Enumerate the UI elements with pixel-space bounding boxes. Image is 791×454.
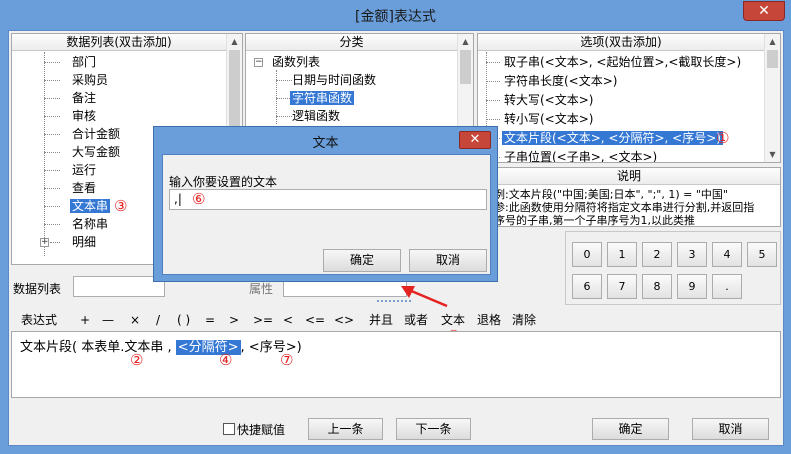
option-item[interactable]: 子串位置(<子串>, <文本>) [504,148,657,162]
number-keypad: 0 1 2 3 4 5 6 7 8 9 . [565,231,781,305]
annotation-marker-3: ③ [114,197,128,215]
expand-icon[interactable]: + [40,238,49,247]
datalist-item[interactable]: 审核 [72,107,96,125]
category-root[interactable]: 函数列表 [272,53,320,71]
option-item[interactable]: 字符串长度(<文本>) [504,72,617,90]
op-or-button[interactable]: 或者 [404,312,428,328]
datalist-filter-input[interactable] [73,276,165,297]
shortcut-checkbox[interactable] [223,423,235,435]
datalist-item[interactable]: 明细 [72,233,96,251]
key-5[interactable]: 5 [747,242,777,267]
datalist-filter-label: 数据列表 [13,282,62,296]
op-multiply-button[interactable]: × [130,312,140,328]
annotation-arrow [401,286,448,308]
op-minus-button[interactable]: — [102,312,114,328]
category-item-selected[interactable]: 字符串函数 [290,89,355,107]
op-divide-button[interactable]: / [156,312,160,328]
category-header: 分类 [246,34,457,51]
op-less-button[interactable]: < [283,312,293,328]
shortcut-label: 快捷赋值 [237,423,286,437]
ok-button[interactable]: 确定 [592,418,669,440]
key-8[interactable]: 8 [642,274,672,299]
key-7[interactable]: 7 [607,274,637,299]
dialog-cancel-button[interactable]: 取消 [409,249,487,272]
description-panel: 说明 例:文本片段("中国;美国;日本", ";", 1) = "中国" 参:此… [477,167,781,227]
key-2[interactable]: 2 [642,242,672,267]
scroll-down-icon[interactable]: ▼ [765,147,780,162]
annotation-marker-6: ⑥ [192,190,206,208]
dialog-ok-button[interactable]: 确定 [323,249,401,272]
dialog-prompt: 输入你要设置的文本 [169,175,278,189]
expression-prefix: 文本片段( 本表单.文本串 , [20,340,176,355]
op-less-equal-button[interactable]: <= [305,312,325,328]
datalist-item[interactable]: 查看 [72,179,96,197]
annotation-marker-1: ① [716,129,730,147]
datalist-item[interactable]: 名称串 [72,215,108,233]
op-plus-button[interactable]: + [80,312,90,328]
text-button[interactable]: 文本 [441,312,465,328]
datalist-item[interactable]: 部门 [72,53,96,71]
options-scrollbar[interactable]: ▲ ▼ [764,34,780,162]
expression-label: 表达式 [21,313,58,327]
key-9[interactable]: 9 [677,274,707,299]
dialog-body: 输入你要设置的文本 ,| ⑥ 确定 取消 [162,154,491,275]
clear-button[interactable]: 清除 [512,312,536,328]
annotation-marker-7: ⑦ [280,351,294,369]
window-title: [金额]表达式 [355,9,436,25]
scroll-thumb[interactable] [767,50,778,68]
key-6[interactable]: 6 [572,274,602,299]
scroll-up-icon[interactable]: ▲ [765,34,780,49]
key-0[interactable]: 0 [572,242,602,267]
key-4[interactable]: 4 [712,242,742,267]
text-dialog: 文本 ✕ 输入你要设置的文本 ,| ⑥ 确定 取消 [153,126,498,282]
scroll-thumb[interactable] [460,50,471,84]
dialog-title: 文本 [312,136,339,151]
op-not-equal-button[interactable]: <> [334,312,354,328]
option-item[interactable]: 转小写(<文本>) [504,110,593,128]
window-titlebar[interactable]: [金额]表达式 ✕ [0,0,791,30]
scroll-up-icon[interactable]: ▲ [458,34,473,49]
datalist-item[interactable]: 采购员 [72,71,108,89]
next-button[interactable]: 下一条 [396,418,471,440]
datalist-item[interactable]: 合计金额 [72,125,120,143]
description-header: 说明 [478,168,780,185]
datalist-item-selected[interactable]: 文本串 [70,197,111,215]
expression-editor[interactable]: 文本片段( 本表单.文本串 , <分隔符>, <序号>) ② ④ ⑦ [11,331,781,398]
expression-text: 文本片段( 本表单.文本串 , <分隔符>, <序号>) [20,336,302,355]
scroll-up-icon[interactable]: ▲ [227,34,242,49]
op-greater-equal-button[interactable]: >= [253,312,273,328]
backspace-button[interactable]: 退格 [477,312,501,328]
op-paren-button[interactable]: ( ) [177,312,190,328]
window-close-button[interactable]: ✕ [743,1,785,21]
dialog-text-input[interactable]: ,| ⑥ [169,189,487,210]
options-panel: 选项(双击添加) 取子串(<文本>, <起始位置>,<截取长度>) 字符串长度(… [477,33,781,163]
option-item[interactable]: 取子串(<文本>, <起始位置>,<截取长度>) [504,53,741,71]
category-item[interactable]: 日期与时间函数 [292,71,376,89]
attr-filter-label: 属性 [249,282,274,296]
options-header: 选项(双击添加) [478,34,764,51]
category-item[interactable]: 逻辑函数 [292,107,340,125]
datalist-header: 数据列表(双击添加) [12,34,226,51]
prev-button[interactable]: 上一条 [308,418,383,440]
annotation-arrow-shaft [408,288,448,308]
key-3[interactable]: 3 [677,242,707,267]
datalist-item[interactable]: 大写金额 [72,143,120,161]
annotation-marker-2: ② [130,351,144,369]
datalist-item[interactable]: 运行 [72,161,96,179]
expression-window: [金额]表达式 ✕ 数据列表(双击添加) 部门 采购员 备注 审核 合计金额 大… [0,0,791,454]
dialog-close-button[interactable]: ✕ [459,131,491,149]
op-greater-button[interactable]: > [229,312,239,328]
option-item[interactable]: 转大写(<文本>) [504,91,593,109]
key-dot[interactable]: . [712,274,742,299]
annotation-marker-4: ④ [219,351,233,369]
dialog-text-value: ,| [174,192,182,206]
op-and-button[interactable]: 并且 [369,312,393,328]
datalist-item[interactable]: 备注 [72,89,96,107]
collapse-icon[interactable]: − [254,58,263,67]
op-equal-button[interactable]: = [205,312,215,328]
key-1[interactable]: 1 [607,242,637,267]
description-line: 序号的子串,第一个子串序号为1,以此类推 [494,214,695,227]
option-item-selected[interactable]: 文本片段(<文本>, <分隔符>, <序号>) [501,129,724,147]
cancel-button[interactable]: 取消 [692,418,769,440]
